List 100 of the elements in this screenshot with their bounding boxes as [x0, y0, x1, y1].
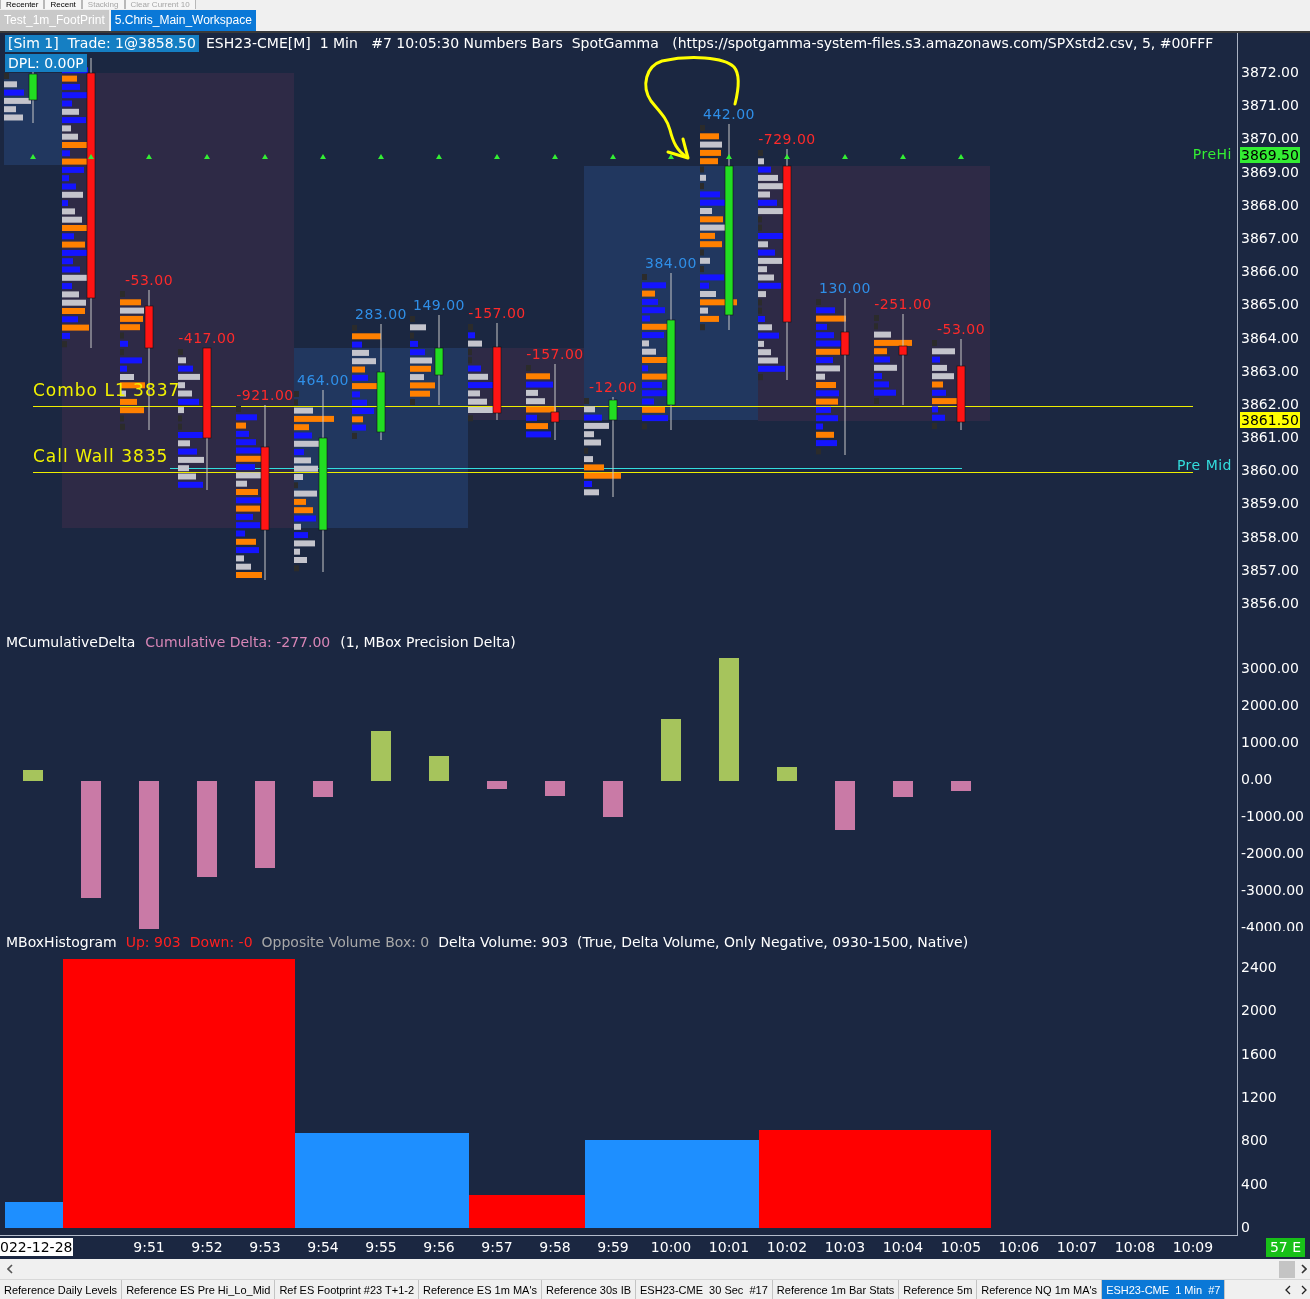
triangle-icon [668, 154, 674, 159]
footprint-candle [4, 72, 38, 123]
triangle-icon [88, 154, 94, 159]
time-label: 9:59 [597, 1238, 629, 1256]
value-axis-label: 1200 [1241, 1089, 1277, 1105]
price-axis-label: 3856.00 [1241, 595, 1299, 612]
legend-text: MBoxHistogram [6, 934, 117, 951]
legend-text: Up: 903 [125, 934, 181, 951]
price-axis-label: 3870.00 [1241, 130, 1299, 147]
trade-status-label: [Sim 1] Trade: 1@3858.50 [5, 35, 199, 52]
time-label: 10:03 [824, 1238, 866, 1256]
price-axis-label: 3867.00 [1241, 229, 1299, 246]
delta-bar [603, 781, 623, 817]
legend-text: (True, Delta Volume, Only Negative, 0930-1500, Native) [577, 934, 969, 951]
delta-label: -729.00 [758, 131, 816, 147]
delta-label: 149.00 [413, 297, 465, 313]
delta-bar [545, 781, 565, 796]
legend-text: (1, MBox Precision Delta) [340, 634, 516, 651]
delta-label: -417.00 [178, 330, 236, 346]
bar-timer: 57 E [1265, 1238, 1305, 1257]
value-axis-label: 800 [1241, 1132, 1268, 1149]
scrollbar-thumb[interactable] [1279, 1260, 1295, 1278]
delta-bar [893, 781, 913, 797]
value-axis-label: 0 [1241, 1219, 1250, 1235]
triangle-icon [552, 154, 558, 159]
triangle-icon [146, 154, 152, 159]
sheet-tab[interactable]: ESH23-CME 1 Min #7 [1102, 1280, 1226, 1299]
delta-bar [313, 781, 333, 797]
delta-label: -921.00 [236, 387, 294, 403]
legend-text: Down: -0 [189, 934, 253, 951]
time-label: 10:04 [882, 1238, 924, 1256]
time-label: 9:58 [539, 1238, 571, 1256]
delta-bar [487, 781, 507, 789]
delta-label: 442.00 [703, 106, 755, 122]
triangle-icon [494, 154, 500, 159]
delta-label: -157.00 [526, 346, 584, 362]
delta-bar [371, 731, 391, 781]
time-label: 9:56 [423, 1238, 455, 1256]
delta-label: 464.00 [297, 372, 349, 388]
price-axis-label: 3864.00 [1241, 329, 1299, 346]
price-axis-label: 3859.00 [1241, 495, 1299, 512]
time-label: 9:51 [133, 1238, 165, 1256]
delta-label: 384.00 [645, 255, 697, 271]
triangle-icon [320, 154, 326, 159]
legend-text: MCumulativeDelta [6, 634, 136, 651]
price-axis-label: 3857.00 [1241, 561, 1299, 578]
time-label: 9:55 [365, 1238, 397, 1256]
value-axis-label: 2400 [1241, 959, 1277, 975]
scroll-left-icon[interactable] [7, 1264, 13, 1274]
delta-label: -53.00 [124, 272, 174, 288]
tab-scroll-left-icon[interactable] [1285, 1284, 1291, 1295]
price-axis-label: 3858.00 [1241, 528, 1299, 545]
value-axis-label: 1600 [1241, 1045, 1277, 1062]
delta-bar [777, 767, 797, 781]
delta-bar [429, 756, 449, 781]
value-axis-label: -2000.00 [1241, 845, 1304, 861]
time-label: 9:53 [249, 1238, 281, 1256]
triangle-icon [784, 154, 790, 159]
time-label: 10:07 [1056, 1238, 1098, 1256]
chart-title: ESH23-CME[M] 1 Min #7 10:05:30 Numbers Bars SpotGamma (https://spotgamma-system-files.s3.amazonaws.com/SPXstd2.csv, 5, #00FFF [204, 35, 1215, 52]
time-label: 10:06 [998, 1238, 1040, 1256]
legend-text: Opposite Volume Box: 0 [261, 934, 430, 951]
delta-bar [835, 781, 855, 830]
value-axis-label: 3000.00 [1241, 660, 1299, 676]
delta-bar [951, 781, 971, 791]
time-label: 10:05 [940, 1238, 982, 1256]
price-axis-label: 3869.00 [1241, 163, 1299, 180]
price-axis-label: 3871.00 [1241, 97, 1299, 114]
legend-text: Delta Volume: 903 [438, 934, 569, 951]
triangle-icon [842, 154, 848, 159]
triangle-icon [958, 154, 964, 159]
delta-label: -157.00 [468, 305, 526, 321]
time-label: 10:02 [766, 1238, 808, 1256]
triangle-icon [726, 154, 732, 159]
scroll-right-icon[interactable] [1301, 1264, 1307, 1274]
triangle-icon [204, 154, 210, 159]
value-axis-label: 2000 [1241, 1002, 1277, 1019]
tab-scroll-right-icon[interactable] [1301, 1284, 1307, 1295]
triangle-icon [262, 154, 268, 159]
delta-bar [661, 719, 681, 781]
value-axis-label: 0.00 [1241, 771, 1273, 787]
value-axis-label: 400 [1241, 1175, 1268, 1192]
price-tag: 3869.50 [1240, 146, 1300, 163]
workspace-tab[interactable]: 5.Chris_Main_Workspace [110, 10, 256, 31]
price-axis-label: 3861.00 [1241, 429, 1299, 446]
time-label: 9:54 [307, 1238, 339, 1256]
price-axis-label: 3872.00 [1241, 64, 1299, 80]
level-label: Combo L1 3837 [33, 380, 181, 400]
time-label: 10:08 [1114, 1238, 1156, 1256]
time-label: 10:09 [1172, 1238, 1214, 1256]
delta-label: -12.00 [588, 379, 638, 395]
delta-label: -251.00 [874, 296, 932, 312]
delta-bar [23, 770, 43, 781]
delta-label: 130.00 [819, 280, 871, 296]
delta-label: -53.00 [936, 321, 986, 337]
delta-label: 283.00 [355, 306, 407, 322]
reference-label: PreHi [1192, 145, 1232, 163]
legend-text: Cumulative Delta: -277.00 [145, 634, 331, 651]
level-label: Call Wall 3835 [33, 446, 169, 466]
date-label: 022-12-28 [0, 1238, 74, 1256]
